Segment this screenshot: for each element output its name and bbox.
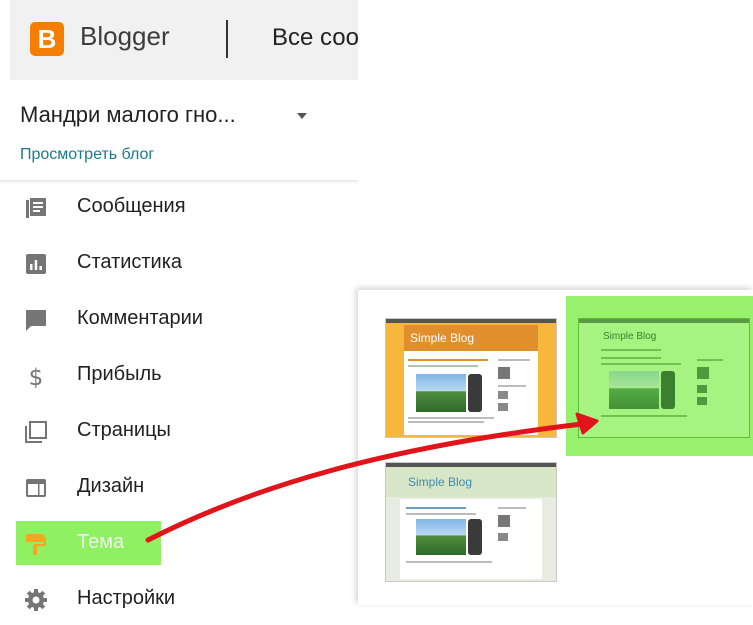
annotation-arrow-icon [145,412,599,543]
